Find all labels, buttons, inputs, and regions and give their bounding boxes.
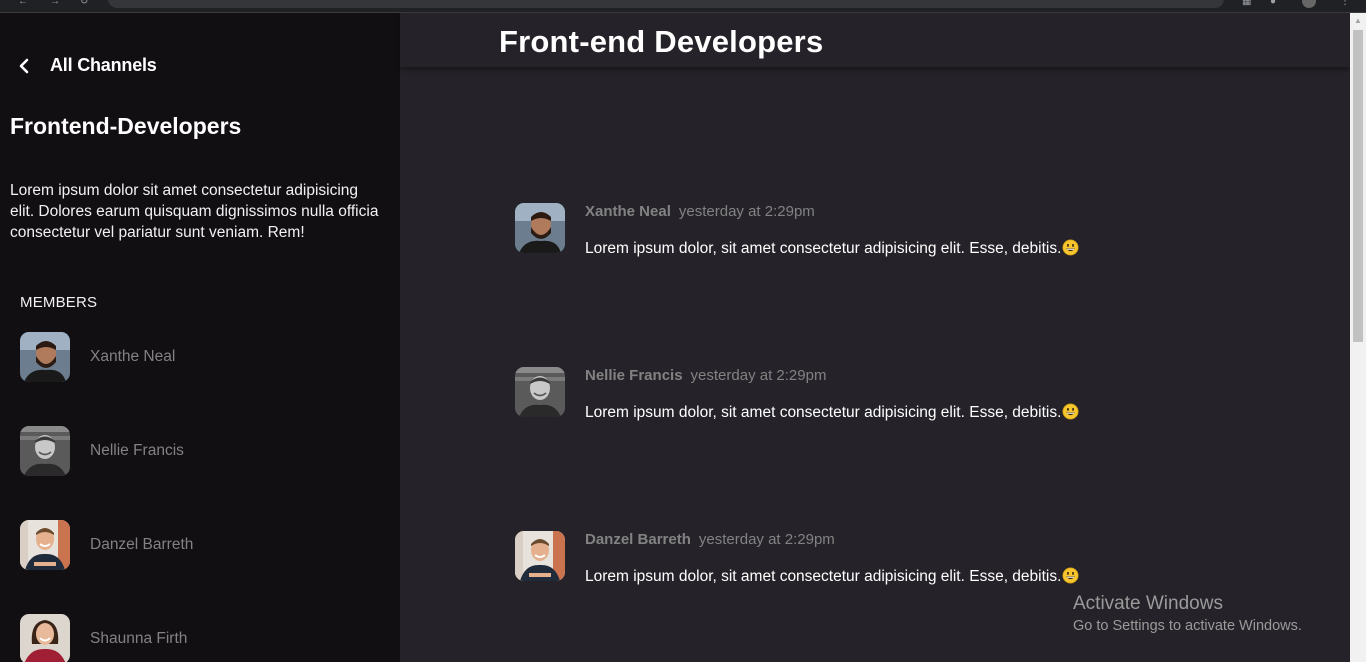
watermark-title: Activate Windows: [1073, 593, 1223, 614]
member-name: Shaunna Firth: [90, 630, 188, 647]
message-author[interactable]: Nellie Francis: [585, 367, 683, 384]
profile-icon[interactable]: ●: [1270, 0, 1280, 7]
scrollbar-thumb[interactable]: [1353, 30, 1363, 342]
message-text: Lorem ipsum dolor, sit amet consectetur …: [585, 404, 1062, 421]
reload-icon[interactable]: ↻: [80, 0, 90, 7]
all-channels-label: All Channels: [50, 55, 157, 75]
message-timestamp: yesterday at 2:29pm: [698, 531, 835, 548]
message-timestamp: yesterday at 2:29pm: [690, 367, 827, 384]
menu-icon[interactable]: ⋮: [1340, 0, 1350, 7]
vertical-scrollbar[interactable]: ▲: [1350, 13, 1366, 662]
member-name: Danzel Barreth: [90, 536, 194, 553]
watermark-subtitle: Go to Settings to activate Windows.: [1073, 618, 1302, 634]
message-author[interactable]: Danzel Barreth: [585, 531, 691, 548]
extensions-icon[interactable]: ▦: [1242, 0, 1252, 7]
avatar: [20, 426, 70, 476]
message-timestamp: yesterday at 2:29pm: [678, 203, 815, 220]
avatar[interactable]: [515, 531, 565, 581]
avatar: [20, 520, 70, 570]
message-author[interactable]: Xanthe Neal: [585, 203, 671, 220]
member-item[interactable]: Xanthe Neal: [20, 332, 175, 382]
member-item[interactable]: Shaunna Firth: [20, 614, 187, 662]
all-channels-link[interactable]: All Channels: [18, 55, 157, 76]
member-name: Xanthe Neal: [90, 348, 176, 365]
forward-arrow-icon[interactable]: →: [50, 0, 60, 7]
channel-title: Frontend-Developers: [10, 113, 242, 139]
address-bar[interactable]: [108, 0, 1224, 8]
members-heading: MEMBERS: [20, 294, 98, 311]
channel-description: Lorem ipsum dolor sit amet consectetur a…: [10, 182, 379, 241]
grinning-face-icon: [1062, 403, 1079, 420]
chevron-left-icon: [19, 58, 29, 73]
member-name: Nellie Francis: [90, 442, 184, 459]
chat-panel: Front-end Developers Xanthe Neal yesterda…: [400, 13, 1350, 662]
member-item[interactable]: Nellie Francis: [20, 426, 184, 476]
message-text: Lorem ipsum dolor, sit amet consectetur …: [585, 568, 1062, 585]
member-item[interactable]: Danzel Barreth: [20, 520, 193, 570]
browser-toolbar: ← → ↻ ▦ ● ⋮: [0, 0, 1366, 13]
chat-header: Front-end Developers: [400, 13, 1350, 67]
scroll-up-arrow-icon[interactable]: ▲: [1350, 13, 1366, 29]
grinning-face-icon: [1062, 567, 1079, 584]
avatar: [20, 332, 70, 382]
channel-sidebar: All Channels Frontend-Developers Lorem i…: [0, 13, 400, 662]
grinning-face-icon: [1062, 239, 1079, 256]
page-title: Front-end Developers: [499, 24, 824, 59]
windows-activation-watermark: Activate Windows Go to Settings to activ…: [1073, 593, 1302, 634]
profile-avatar[interactable]: [1302, 0, 1316, 8]
back-arrow-icon[interactable]: ←: [18, 0, 28, 7]
message-text: Lorem ipsum dolor, sit amet consectetur …: [585, 240, 1062, 257]
avatar: [20, 614, 70, 662]
avatar[interactable]: [515, 367, 565, 417]
avatar[interactable]: [515, 203, 565, 253]
